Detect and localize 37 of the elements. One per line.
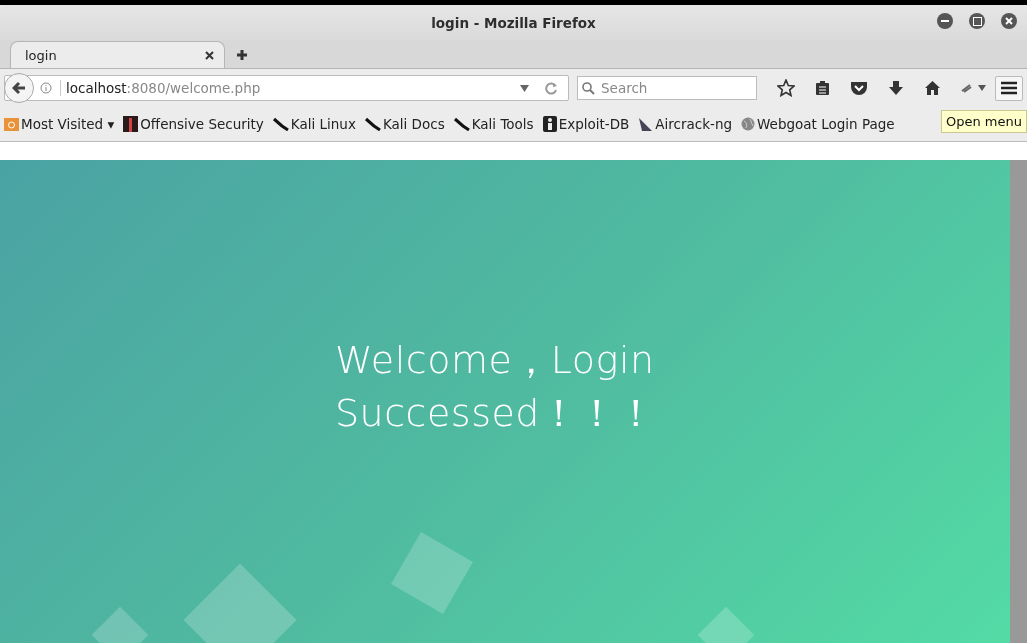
bookmark-link[interactable]: Kali Tools [453, 116, 534, 132]
url-text: localhost:8080/welcome.php [60, 80, 514, 96]
reload-icon[interactable] [545, 81, 558, 95]
globe-icon [741, 117, 756, 131]
browser-tab[interactable]: login [10, 41, 225, 68]
home-icon[interactable] [924, 80, 941, 96]
tooltip: Open menu [941, 110, 1027, 133]
close-icon[interactable] [205, 50, 214, 60]
menu-button[interactable] [995, 75, 1023, 101]
back-button[interactable] [4, 73, 34, 103]
new-tab-icon[interactable] [237, 50, 247, 60]
window-title: login - Mozilla Firefox [431, 14, 596, 31]
bookmark-link[interactable]: Offensive Security [123, 116, 264, 132]
bookmark-link[interactable]: Exploit-DB [542, 116, 630, 132]
menu-icon [1000, 81, 1018, 95]
bookmark-link[interactable]: Aircrack-ng [638, 116, 733, 132]
bookmark-icon [123, 116, 139, 132]
close-button[interactable] [1001, 13, 1017, 29]
folder-icon [4, 117, 19, 131]
maximize-button[interactable] [969, 13, 985, 29]
dropdown-icon[interactable] [520, 84, 529, 92]
pocket-icon[interactable] [850, 80, 868, 96]
bookmark-link[interactable]: Kali Docs [364, 116, 445, 132]
bookmark-link[interactable]: Most Visited ▾ [4, 116, 115, 132]
welcome-heading: Welcome，Login Successed！！！ [335, 336, 657, 437]
bookmark-link[interactable]: Webgoat Login Page [741, 116, 895, 132]
scrollbar[interactable] [1010, 160, 1027, 643]
star-icon[interactable] [777, 79, 795, 97]
bookmark-link[interactable]: Kali Linux [272, 116, 356, 132]
search-field[interactable]: Search [577, 76, 757, 100]
address-bar[interactable]: localhost:8080/welcome.php [4, 75, 569, 101]
clipboard-icon[interactable] [815, 80, 830, 96]
extension-icon[interactable] [961, 82, 987, 94]
back-arrow-icon [12, 81, 26, 95]
download-icon[interactable] [888, 80, 904, 96]
close-icon [1004, 16, 1014, 26]
minimize-button[interactable] [937, 13, 953, 29]
